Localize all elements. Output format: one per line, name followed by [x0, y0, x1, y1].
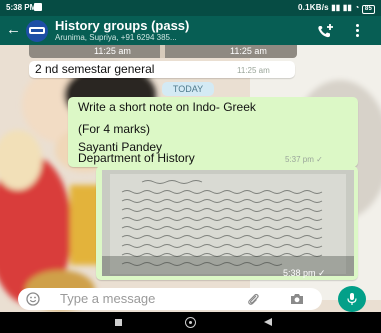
- message-bubble-incoming[interactable]: 2 nd semestar general 11:25 am: [29, 61, 295, 78]
- notification-icon: [34, 3, 42, 11]
- message-line-1: Write a short note on Indo- Greek: [78, 100, 256, 114]
- nav-back-icon[interactable]: [264, 318, 272, 326]
- message-input[interactable]: Type a message: [60, 291, 155, 306]
- handwritten-notes-photo[interactable]: [102, 170, 354, 276]
- back-arrow-icon[interactable]: ←: [6, 22, 21, 37]
- group-title[interactable]: History groups (pass): [55, 18, 189, 33]
- message-text: 2 nd semestar general: [35, 62, 155, 76]
- mic-button[interactable]: [338, 286, 366, 312]
- group-members[interactable]: Arunima, Supriya, +91 6294 385...: [55, 33, 177, 42]
- message-time: 5:37 pm ✓: [285, 155, 323, 164]
- status-time: 5:38 PM: [6, 3, 37, 12]
- signal-icon: ▮▮ ▮▮ ◔: [331, 3, 362, 12]
- message-time: 11:25 am: [237, 66, 270, 75]
- status-indicators: 0.1KB/s ▮▮ ▮▮ ◔ 85: [298, 3, 375, 14]
- chat-header: ← History groups (pass) Arunima, Supriya…: [0, 16, 381, 45]
- chat-screen: 5:38 PM 0.1KB/s ▮▮ ▮▮ ◔ 85 ← History gro…: [0, 0, 381, 333]
- media-time-2: 11:25 am: [230, 46, 267, 56]
- more-menu-icon[interactable]: [356, 24, 360, 38]
- attach-icon[interactable]: [246, 292, 260, 306]
- message-composer[interactable]: Type a message: [18, 288, 322, 310]
- message-line-2: (For 4 marks): [78, 122, 150, 136]
- status-bar: 5:38 PM 0.1KB/s ▮▮ ▮▮ ◔ 85: [0, 0, 381, 16]
- previous-media-strip[interactable]: 11:25 am 11:25 am: [29, 45, 297, 58]
- system-nav-bar: [0, 312, 381, 333]
- camera-icon[interactable]: [290, 293, 304, 305]
- date-chip: TODAY: [162, 82, 214, 96]
- media-divider: [160, 45, 165, 58]
- photo-time: 5:38 pm ✓: [283, 268, 326, 278]
- message-line-4: Department of History: [78, 151, 195, 165]
- handwriting-image: [102, 170, 354, 276]
- add-call-icon[interactable]: [316, 23, 334, 39]
- message-bubble-outgoing[interactable]: Write a short note on Indo- Greek (For 4…: [68, 97, 358, 167]
- emoji-icon[interactable]: [26, 292, 40, 306]
- mic-icon: [347, 293, 357, 305]
- battery-icon: 85: [361, 5, 375, 14]
- home-icon[interactable]: [185, 317, 196, 328]
- recents-icon[interactable]: [115, 319, 122, 326]
- network-speed: 0.1KB/s: [298, 3, 329, 12]
- group-avatar[interactable]: [26, 20, 48, 42]
- media-time-1: 11:25 am: [94, 46, 131, 56]
